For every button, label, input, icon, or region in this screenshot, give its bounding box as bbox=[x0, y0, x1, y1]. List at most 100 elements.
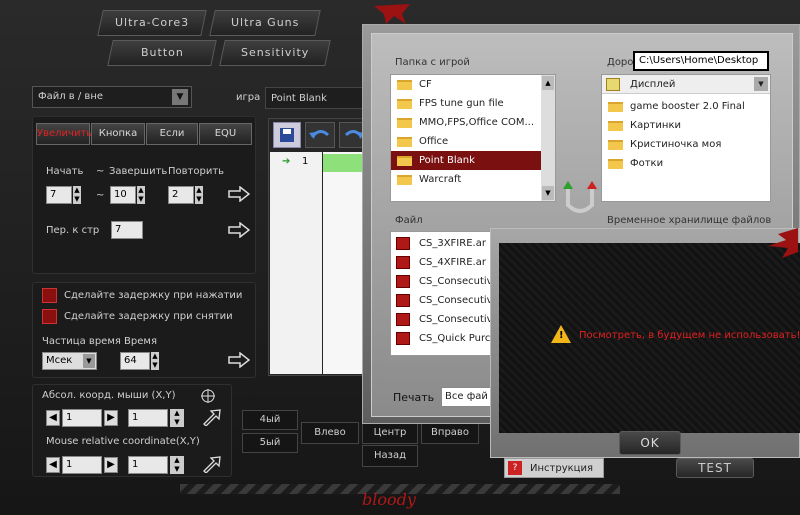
scroll-down-icon[interactable]: ▼ bbox=[542, 186, 554, 200]
tab-button-key[interactable]: Кнопка bbox=[91, 123, 145, 145]
scroll-up-icon[interactable]: ▲ bbox=[542, 76, 554, 90]
path-input[interactable]: C:\Users\Home\Desktop bbox=[633, 51, 769, 71]
path-folder-item[interactable]: Кристиночка моя bbox=[602, 135, 770, 154]
folder-icon bbox=[397, 175, 412, 185]
left-button[interactable]: Влево bbox=[301, 422, 359, 444]
ok-button[interactable]: OK bbox=[619, 431, 681, 455]
instruction-button[interactable]: ? Инструкция bbox=[504, 458, 604, 478]
abs-y-input[interactable]: 1 bbox=[128, 409, 168, 427]
press-delay-icon[interactable] bbox=[42, 288, 57, 303]
tab-enlarge[interactable]: Увеличить bbox=[36, 123, 93, 145]
arrow-right-icon[interactable] bbox=[228, 222, 250, 238]
game-select[interactable]: Point Blank bbox=[265, 87, 365, 109]
tab-ultra-core3[interactable]: Ultra-Core3 bbox=[97, 10, 207, 36]
game-folder-item[interactable]: FPS tune gun file bbox=[391, 94, 541, 113]
key-5-button[interactable]: 5ый bbox=[242, 433, 298, 453]
time-spin-icon[interactable]: ▲ ▼ bbox=[151, 352, 159, 370]
drive-select[interactable]: Дисплей ▼ bbox=[602, 75, 770, 94]
file-scope-select[interactable]: Файл в / вне ▼ bbox=[32, 86, 192, 108]
tab-label: Кнопка bbox=[98, 128, 138, 139]
games-folder-title: Папка с игрой bbox=[395, 57, 470, 68]
scrollbar[interactable]: ▲ ▼ bbox=[541, 75, 555, 201]
swap-arrows-icon[interactable] bbox=[562, 175, 598, 219]
start-label: Начать bbox=[46, 166, 84, 177]
path-folder-item[interactable]: Фотки bbox=[602, 154, 770, 173]
save-icon[interactable] bbox=[273, 122, 301, 148]
path-folder-list[interactable]: Дисплей ▼ game booster 2.0 Final Картинки… bbox=[601, 74, 771, 202]
arrow-diagonal-icon[interactable] bbox=[202, 408, 222, 426]
abs-y-spin-icon[interactable]: ▲ ▼ bbox=[170, 409, 184, 427]
rel-y-input[interactable]: 1 bbox=[128, 456, 168, 474]
game-folder-item[interactable]: Office bbox=[391, 132, 541, 151]
key-label: Влево bbox=[314, 427, 346, 438]
chevron-down-icon[interactable]: ▼ bbox=[83, 354, 95, 368]
tab-sensitivity[interactable]: Sensitivity bbox=[219, 40, 331, 66]
tab-button[interactable]: Button bbox=[107, 40, 217, 66]
release-delay-icon[interactable] bbox=[42, 309, 57, 324]
folder-label: Картинки bbox=[630, 120, 681, 131]
folder-icon bbox=[397, 99, 412, 109]
arrow-left-icon[interactable]: ◀ bbox=[46, 457, 60, 473]
end-spin-icon[interactable]: ▲ ▼ bbox=[137, 186, 145, 204]
file-label: CS_3XFIRE.ar bbox=[419, 238, 486, 249]
tab-if[interactable]: Если bbox=[146, 123, 198, 145]
tab-label: Увеличить bbox=[37, 128, 93, 139]
repeat-label: Повторить bbox=[168, 166, 225, 177]
key-4-button[interactable]: 4ый bbox=[242, 410, 298, 430]
chevron-down-icon[interactable]: ▼ bbox=[172, 89, 188, 105]
back-button[interactable]: Назад bbox=[362, 445, 418, 467]
move-crosshair-icon[interactable] bbox=[200, 388, 216, 404]
bloody-file-icon bbox=[396, 237, 410, 250]
end-input[interactable]: 10 bbox=[110, 186, 136, 204]
repeat-input[interactable]: 2 bbox=[168, 186, 194, 204]
rel-x-input[interactable]: 1 bbox=[62, 456, 102, 474]
chevron-down-icon[interactable]: ▼ bbox=[754, 77, 768, 91]
game-value: Point Blank bbox=[271, 93, 327, 104]
game-folder-item[interactable]: Warcraft bbox=[391, 170, 541, 189]
arrow-right-icon[interactable]: ▶ bbox=[104, 457, 118, 473]
file-label: CS_Consecutive bbox=[419, 314, 499, 325]
folder-icon bbox=[608, 159, 623, 169]
bloody-file-icon bbox=[396, 313, 410, 326]
rel-y-spin-icon[interactable]: ▲ ▼ bbox=[170, 456, 184, 474]
start-input[interactable]: 7 bbox=[46, 186, 72, 204]
path-folder-item[interactable]: Картинки bbox=[602, 116, 770, 135]
undo-icon[interactable] bbox=[305, 122, 335, 148]
repeat-spin-icon[interactable]: ▲ ▼ bbox=[195, 186, 203, 204]
game-folder-item[interactable]: CF bbox=[391, 75, 541, 94]
tab-equ[interactable]: EQU bbox=[199, 123, 252, 145]
folder-label: Office bbox=[419, 136, 449, 147]
tab-ultra-guns[interactable]: Ultra Guns bbox=[209, 10, 321, 36]
center-button[interactable]: Центр bbox=[362, 422, 418, 444]
folder-label: CF bbox=[419, 79, 432, 90]
test-button[interactable]: TEST bbox=[676, 458, 754, 478]
press-delay-label[interactable]: Сделайте задержку при нажатии bbox=[64, 290, 242, 301]
abs-coord-label: Абсол. коорд. мыши (X,Y) bbox=[42, 390, 176, 401]
arrow-diagonal-icon[interactable] bbox=[202, 455, 222, 473]
arrow-right-icon[interactable] bbox=[228, 186, 250, 202]
start-spin-icon[interactable]: ▲ ▼ bbox=[73, 186, 81, 204]
per-page-input[interactable]: 7 bbox=[111, 221, 143, 239]
arrow-left-icon[interactable]: ◀ bbox=[46, 410, 60, 426]
blood-splatter-icon bbox=[738, 226, 800, 260]
game-folder-item[interactable]: Point Blank bbox=[391, 151, 541, 170]
games-folder-list[interactable]: CF FPS tune gun file MMO,FPS,Office COM...… bbox=[390, 74, 556, 202]
time-value-input[interactable]: 64 bbox=[120, 352, 150, 370]
instruction-label: Инструкция bbox=[530, 463, 593, 474]
bloody-file-icon bbox=[396, 275, 410, 288]
file-label: CS_Consecutive bbox=[419, 295, 499, 306]
game-folder-item[interactable]: MMO,FPS,Office COM... bbox=[391, 113, 541, 132]
line-gutter: ➔ 1 bbox=[270, 152, 322, 374]
right-button[interactable]: Вправо bbox=[421, 422, 479, 444]
release-delay-label[interactable]: Сделайте задержку при снятии bbox=[64, 311, 233, 322]
arrow-right-icon[interactable]: ▶ bbox=[104, 410, 118, 426]
path-folder-item[interactable]: game booster 2.0 Final bbox=[602, 97, 770, 116]
rel-coord-label: Mouse relative coordinate(X,Y) bbox=[46, 436, 200, 447]
tilde-label: ~ bbox=[96, 166, 105, 177]
arrow-right-icon[interactable] bbox=[228, 352, 250, 368]
line-number: 1 bbox=[302, 156, 309, 167]
time-unit-select[interactable]: Мсек ▼ bbox=[42, 352, 97, 370]
folder-icon bbox=[608, 102, 623, 112]
folder-label: Кристиночка моя bbox=[630, 139, 722, 150]
abs-x-input[interactable]: 1 bbox=[62, 409, 102, 427]
